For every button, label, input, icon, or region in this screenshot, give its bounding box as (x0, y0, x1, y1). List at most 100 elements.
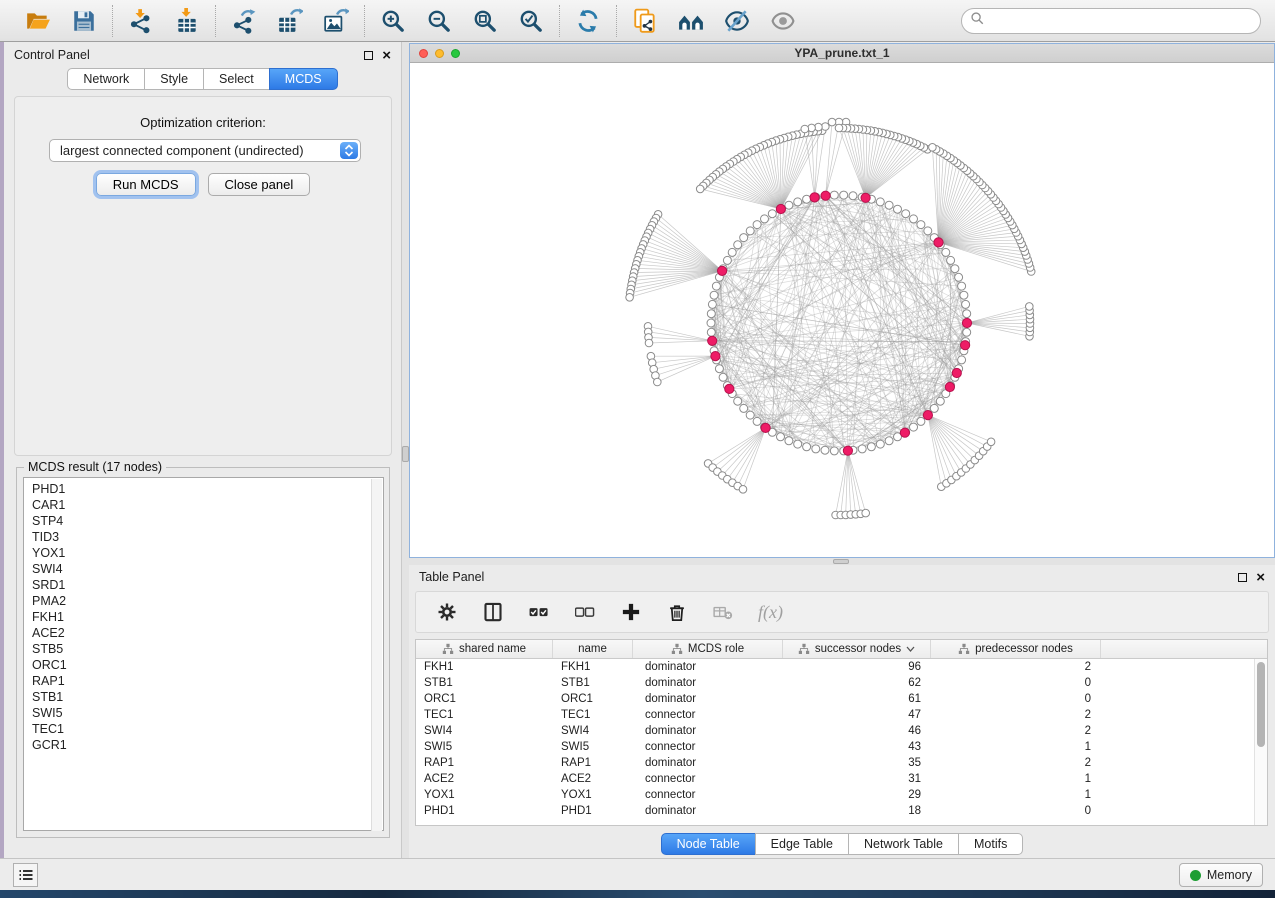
mcds-result-item[interactable]: SRD1 (32, 577, 383, 593)
run-mcds-button[interactable]: Run MCDS (96, 173, 196, 196)
table-row[interactable]: PHD1PHD1dominator180 (416, 803, 1254, 819)
column-header-shared-name[interactable]: shared name (416, 640, 553, 658)
mcds-result-item[interactable]: CAR1 (32, 497, 383, 513)
import-network-icon[interactable] (127, 7, 155, 35)
search-input[interactable] (961, 8, 1261, 34)
zoom-in-icon[interactable] (379, 7, 407, 35)
mcds-result-item[interactable]: TEC1 (32, 721, 383, 737)
hide-graphics-icon[interactable] (723, 7, 751, 35)
export-table-icon[interactable] (276, 7, 304, 35)
task-history-button[interactable] (13, 863, 38, 887)
delete-table-icon[interactable] (712, 601, 734, 623)
table-row[interactable]: FKH1FKH1dominator962 (416, 659, 1254, 675)
zoom-selected-icon[interactable] (517, 7, 545, 35)
table-cell: dominator (633, 757, 783, 769)
tab-select[interactable]: Select (203, 68, 270, 90)
refresh-view-icon[interactable] (574, 7, 602, 35)
tab-network[interactable]: Network (67, 68, 145, 90)
network-titlebar[interactable]: YPA_prune.txt_1 (410, 44, 1274, 63)
table-cell: 47 (783, 709, 931, 721)
export-network-icon[interactable] (230, 7, 258, 35)
show-columns-icon[interactable] (482, 601, 504, 623)
search-network-icon[interactable] (677, 7, 705, 35)
table-cell: STB1 (553, 677, 633, 689)
tab-node-table[interactable]: Node Table (661, 833, 756, 855)
mcds-list-scrollbar[interactable] (371, 479, 382, 831)
table-header: shared name name MCDS role successor nod… (416, 640, 1267, 659)
status-bar: Memory (0, 858, 1275, 890)
scrollbar-thumb[interactable] (1257, 662, 1265, 747)
table-cell: 2 (931, 661, 1101, 673)
table-row[interactable]: SWI4SWI4dominator462 (416, 723, 1254, 739)
mcds-result-item[interactable]: RAP1 (32, 673, 383, 689)
tab-motifs[interactable]: Motifs (958, 833, 1023, 855)
close-panel-button[interactable]: Close panel (208, 173, 311, 196)
memory-button[interactable]: Memory (1179, 863, 1263, 887)
float-panel-icon[interactable] (1238, 573, 1247, 582)
function-builder-icon[interactable]: f(x) (758, 602, 783, 623)
table-row[interactable]: TEC1TEC1connector472 (416, 707, 1254, 723)
mcds-result-item[interactable]: PHD1 (32, 481, 383, 497)
shared-column-icon (958, 643, 970, 655)
table-cell: YOX1 (416, 789, 553, 801)
table-row[interactable]: SWI5SWI5connector431 (416, 739, 1254, 755)
mcds-result-item[interactable]: FKH1 (32, 609, 383, 625)
delete-column-icon[interactable] (666, 601, 688, 623)
zoom-fit-icon[interactable] (471, 7, 499, 35)
mcds-result-item[interactable]: TID3 (32, 529, 383, 545)
mcds-result-list[interactable]: PHD1CAR1STP4TID3YOX1SWI4SRD1PMA2FKH1ACE2… (23, 477, 384, 831)
zoom-out-icon[interactable] (425, 7, 453, 35)
clone-network-icon[interactable] (631, 7, 659, 35)
criterion-dropdown[interactable]: largest connected component (undirected) (49, 139, 361, 162)
export-image-icon[interactable] (322, 7, 350, 35)
mcds-result-item[interactable]: SWI4 (32, 561, 383, 577)
network-canvas[interactable] (410, 63, 1274, 557)
float-panel-icon[interactable] (364, 51, 373, 60)
mcds-result-item[interactable]: GCR1 (32, 737, 383, 753)
table-options-icon[interactable] (436, 601, 458, 623)
add-column-icon[interactable] (620, 601, 642, 623)
table-cell: connector (633, 789, 783, 801)
table-row[interactable]: RAP1RAP1dominator352 (416, 755, 1254, 771)
tab-style[interactable]: Style (144, 68, 204, 90)
open-file-icon[interactable] (24, 7, 52, 35)
select-all-icon[interactable] (528, 601, 550, 623)
column-header-predecessor-nodes[interactable]: predecessor nodes (931, 640, 1101, 658)
table-scrollbar[interactable] (1254, 659, 1267, 825)
mcds-result-item[interactable]: STB5 (32, 641, 383, 657)
tab-edge-table[interactable]: Edge Table (755, 833, 849, 855)
table-row[interactable]: YOX1YOX1connector291 (416, 787, 1254, 803)
mcds-result-item[interactable]: ACE2 (32, 625, 383, 641)
deselect-all-icon[interactable] (574, 601, 596, 623)
horizontal-splitter[interactable] (409, 558, 1275, 565)
table-cell: RAP1 (553, 757, 633, 769)
table-row[interactable]: ACE2ACE2connector311 (416, 771, 1254, 787)
show-graphics-icon[interactable] (769, 7, 797, 35)
vertical-splitter[interactable] (402, 42, 409, 858)
save-session-icon[interactable] (70, 7, 98, 35)
splitter-handle[interactable] (402, 446, 409, 462)
splitter-handle[interactable] (833, 559, 849, 564)
mcds-result-item[interactable]: YOX1 (32, 545, 383, 561)
mcds-result-item[interactable]: PMA2 (32, 593, 383, 609)
close-panel-icon[interactable]: × (382, 51, 391, 60)
network-window: YPA_prune.txt_1 (409, 43, 1275, 558)
table-cell: 29 (783, 789, 931, 801)
table-row[interactable]: ORC1ORC1dominator610 (416, 691, 1254, 707)
column-header-name[interactable]: name (553, 640, 633, 658)
column-header-mcds-role[interactable]: MCDS role (633, 640, 783, 658)
mcds-result-item[interactable]: ORC1 (32, 657, 383, 673)
tab-mcds[interactable]: MCDS (269, 68, 338, 90)
table-cell: ACE2 (416, 773, 553, 785)
table-cell: 1 (931, 741, 1101, 753)
column-header-successor-nodes[interactable]: successor nodes (783, 640, 931, 658)
mcds-result-item[interactable]: SWI5 (32, 705, 383, 721)
table-cell: 43 (783, 741, 931, 753)
tab-network-table[interactable]: Network Table (848, 833, 959, 855)
table-cell: SWI5 (416, 741, 553, 753)
mcds-result-item[interactable]: STP4 (32, 513, 383, 529)
close-panel-icon[interactable]: × (1256, 573, 1265, 582)
import-table-icon[interactable] (173, 7, 201, 35)
table-row[interactable]: STB1STB1dominator620 (416, 675, 1254, 691)
mcds-result-item[interactable]: STB1 (32, 689, 383, 705)
